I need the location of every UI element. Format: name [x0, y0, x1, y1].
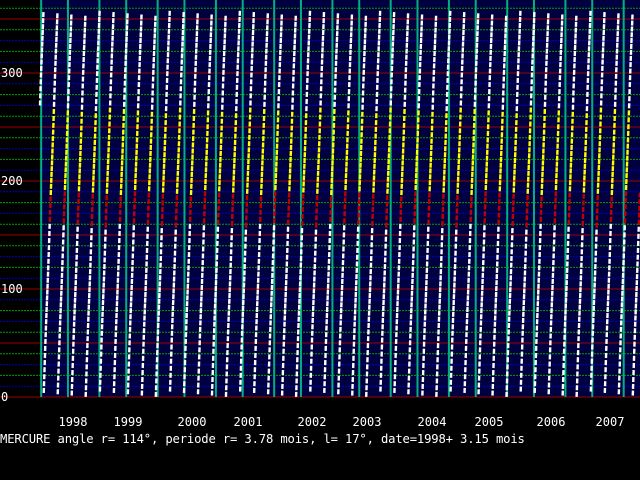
status-line: MERCURE angle r= 114°, periode r= 3.78 m…: [0, 432, 525, 446]
x-tick-label: 2007: [596, 415, 625, 429]
x-tick-label: 1999: [114, 415, 143, 429]
x-tick-label: 2001: [234, 415, 263, 429]
x-tick-label: 2003: [353, 415, 382, 429]
chart-plot: 0 100 200 300 1998 1999 2000 2001 2002 2003 2004 20…: [0, 0, 640, 429]
y-tick-label: 100: [1, 282, 23, 296]
app-window: 0 100 200 300 1998 1999 2000 2001 2002 2003 2004 20…: [0, 0, 640, 480]
x-tick-label: 2000: [178, 415, 207, 429]
y-tick-label: 200: [1, 174, 23, 188]
y-tick-label: 300: [1, 66, 23, 80]
x-tick-label: 2002: [298, 415, 327, 429]
x-tick-label: 2004: [418, 415, 447, 429]
x-tick-label: 2005: [475, 415, 504, 429]
x-tick-label: 1998: [59, 415, 88, 429]
x-tick-label: 2006: [537, 415, 566, 429]
y-tick-label: 0: [1, 390, 8, 404]
